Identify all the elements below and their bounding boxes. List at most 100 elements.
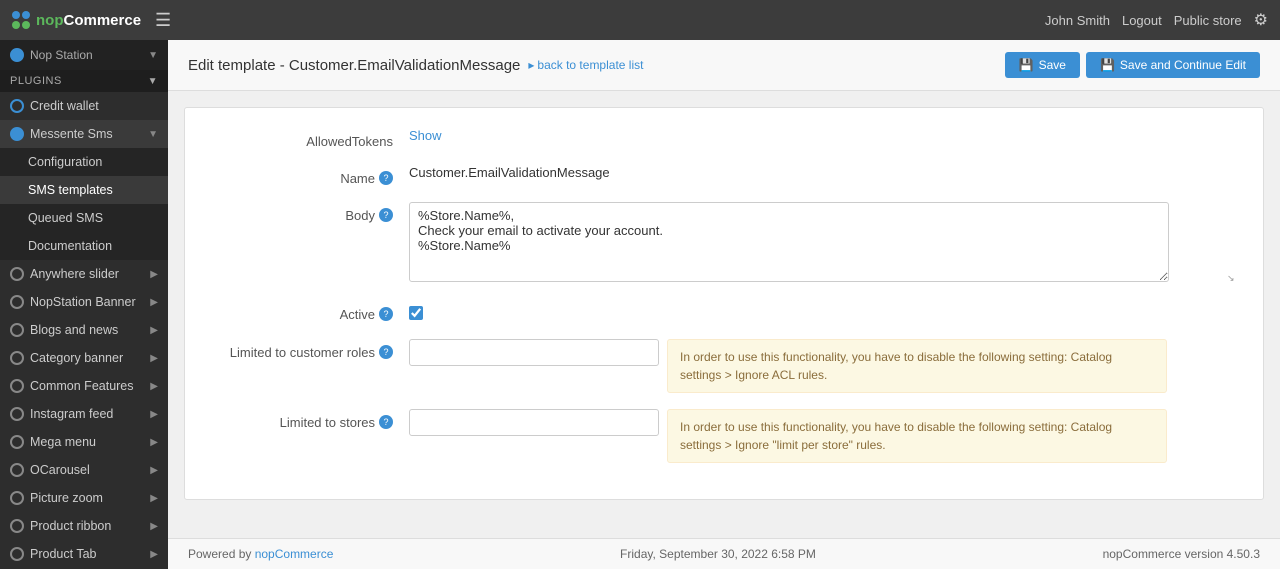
sidebar-item-nopstation-banner[interactable]: NopStation Banner ▶ (0, 288, 168, 316)
picture-zoom-label: Picture zoom (30, 491, 144, 505)
settings-icon[interactable]: ⚙ (1254, 10, 1268, 30)
nav-right: John Smith Logout Public store ⚙ (1045, 10, 1268, 30)
nopstation-banner-label: NopStation Banner (30, 295, 144, 309)
sidebar-nopstation-header[interactable]: Nop Station ▼ (0, 40, 168, 70)
limited-stores-control: In order to use this functionality, you … (409, 409, 1239, 463)
limited-stores-input[interactable] (409, 409, 659, 436)
sidebar-item-product-tab[interactable]: Product Tab ▶ (0, 540, 168, 568)
footer-version: nopCommerce version 4.50.3 (1103, 547, 1260, 561)
nopstation-banner-chevron: ▶ (150, 297, 158, 308)
sidebar-item-documentation[interactable]: Documentation (0, 232, 168, 260)
save-continue-label: Save and Continue Edit (1120, 58, 1246, 72)
credit-wallet-icon (10, 99, 24, 113)
nopstation-banner-icon (10, 295, 24, 309)
footer-nopcommerce-link[interactable]: nopCommerce (255, 547, 334, 561)
limited-stores-info-icon[interactable]: ? (379, 415, 393, 429)
logo-dot-1 (12, 11, 20, 19)
body-textarea-wrap: %Store.Name%, Check your email to activa… (409, 202, 1239, 285)
logo-text: nopCommerce (36, 12, 141, 29)
save-icon: 💾 (1019, 58, 1034, 72)
save-continue-button[interactable]: 💾 Save and Continue Edit (1086, 52, 1260, 78)
instagram-feed-icon (10, 407, 24, 421)
active-info-icon[interactable]: ? (379, 307, 393, 321)
configuration-label: Configuration (28, 155, 158, 169)
ocarousel-icon (10, 463, 24, 477)
instagram-feed-chevron: ▶ (150, 409, 158, 420)
name-info-icon[interactable]: ? (379, 171, 393, 185)
allowed-tokens-label: AllowedTokens (209, 128, 409, 149)
logo-nop: nop (36, 12, 64, 29)
username: John Smith (1045, 13, 1110, 28)
sidebar-item-mega-menu[interactable]: Mega menu ▶ (0, 428, 168, 456)
messente-sms-chevron: ▼ (148, 129, 158, 140)
sidebar-item-common-features[interactable]: Common Features ▶ (0, 372, 168, 400)
customer-roles-info-icon[interactable]: ? (379, 345, 393, 359)
body-textarea[interactable]: %Store.Name%, Check your email to activa… (409, 202, 1169, 282)
limited-stores-label: Limited to stores ? (209, 409, 409, 430)
limited-stores-row: Limited to stores ? In order to use this… (209, 409, 1239, 463)
name-row: Name ? Customer.EmailValidationMessage (209, 165, 1239, 186)
documentation-label: Documentation (28, 239, 158, 253)
logo-dot-3 (12, 21, 20, 29)
ocarousel-chevron: ▶ (150, 465, 158, 476)
back-to-template-list-link[interactable]: ▸ back to template list (528, 58, 643, 72)
credit-wallet-label: Credit wallet (30, 99, 158, 113)
body-control: %Store.Name%, Check your email to activa… (409, 202, 1239, 285)
nav-left: nopCommerce ☰ (12, 6, 175, 35)
name-control: Customer.EmailValidationMessage (409, 165, 1239, 180)
logo: nopCommerce (12, 11, 141, 29)
sidebar-item-instagram-feed[interactable]: Instagram feed ▶ (0, 400, 168, 428)
body-info-icon[interactable]: ? (379, 208, 393, 222)
common-features-label: Common Features (30, 379, 144, 393)
mega-menu-icon (10, 435, 24, 449)
sidebar-item-messente-sms[interactable]: Messente Sms ▼ (0, 120, 168, 148)
name-value: Customer.EmailValidationMessage (409, 159, 610, 180)
public-store-link[interactable]: Public store (1174, 13, 1242, 28)
active-checkbox[interactable] (409, 306, 423, 320)
queued-sms-label: Queued SMS (28, 211, 158, 225)
sidebar-item-picture-zoom[interactable]: Picture zoom ▶ (0, 484, 168, 512)
footer: Powered by nopCommerce Friday, September… (168, 538, 1280, 569)
sidebar-item-configuration[interactable]: Configuration (0, 148, 168, 176)
picture-zoom-icon (10, 491, 24, 505)
anywhere-slider-chevron: ▶ (150, 269, 158, 280)
hamburger-button[interactable]: ☰ (151, 6, 175, 35)
logo-dot-2 (22, 11, 30, 19)
top-navigation: nopCommerce ☰ John Smith Logout Public s… (0, 0, 1280, 40)
logo-dot-4 (22, 21, 30, 29)
save-button[interactable]: 💾 Save (1005, 52, 1080, 78)
allowed-tokens-row: AllowedTokens Show (209, 128, 1239, 149)
blogs-and-news-chevron: ▶ (150, 325, 158, 336)
sidebar-item-anywhere-slider[interactable]: Anywhere slider ▶ (0, 260, 168, 288)
mega-menu-label: Mega menu (30, 435, 144, 449)
category-banner-label: Category banner (30, 351, 144, 365)
sidebar-item-blogs-and-news[interactable]: Blogs and news ▶ (0, 316, 168, 344)
sidebar-item-sms-templates[interactable]: SMS templates (0, 176, 168, 204)
footer-datetime: Friday, September 30, 2022 6:58 PM (620, 547, 816, 561)
page-title: Edit template - Customer.EmailValidation… (188, 57, 520, 74)
customer-roles-input[interactable] (409, 339, 659, 366)
logo-dots (12, 11, 30, 29)
sidebar-item-ocarousel[interactable]: OCarousel ▶ (0, 456, 168, 484)
plugins-header[interactable]: Plugins ▼ (0, 70, 168, 92)
allowed-tokens-show-link[interactable]: Show (409, 128, 442, 143)
sidebar-item-product-ribbon[interactable]: Product ribbon ▶ (0, 512, 168, 540)
limited-stores-warning: In order to use this functionality, you … (667, 409, 1167, 463)
footer-powered-by: Powered by nopCommerce (188, 547, 333, 561)
sidebar-item-queued-sms[interactable]: Queued SMS (0, 204, 168, 232)
active-label: Active ? (209, 301, 409, 322)
sms-templates-label: SMS templates (28, 183, 158, 197)
common-features-chevron: ▶ (150, 381, 158, 392)
product-tab-chevron: ▶ (150, 549, 158, 560)
form-container: AllowedTokens Show Name ? Customer.Email… (168, 91, 1280, 538)
messente-sms-label: Messente Sms (30, 127, 142, 141)
sidebar-item-credit-wallet[interactable]: Credit wallet (0, 92, 168, 120)
sidebar: Nop Station ▼ Plugins ▼ Credit wallet Me… (0, 40, 168, 569)
sidebar-item-category-banner[interactable]: Category banner ▶ (0, 344, 168, 372)
plugins-chevron: ▼ (148, 76, 158, 87)
save-label: Save (1039, 58, 1066, 72)
body-label: Body ? (209, 202, 409, 223)
allowed-tokens-control: Show (409, 128, 1239, 143)
nopstation-chevron: ▼ (148, 50, 158, 61)
logout-link[interactable]: Logout (1122, 13, 1162, 28)
